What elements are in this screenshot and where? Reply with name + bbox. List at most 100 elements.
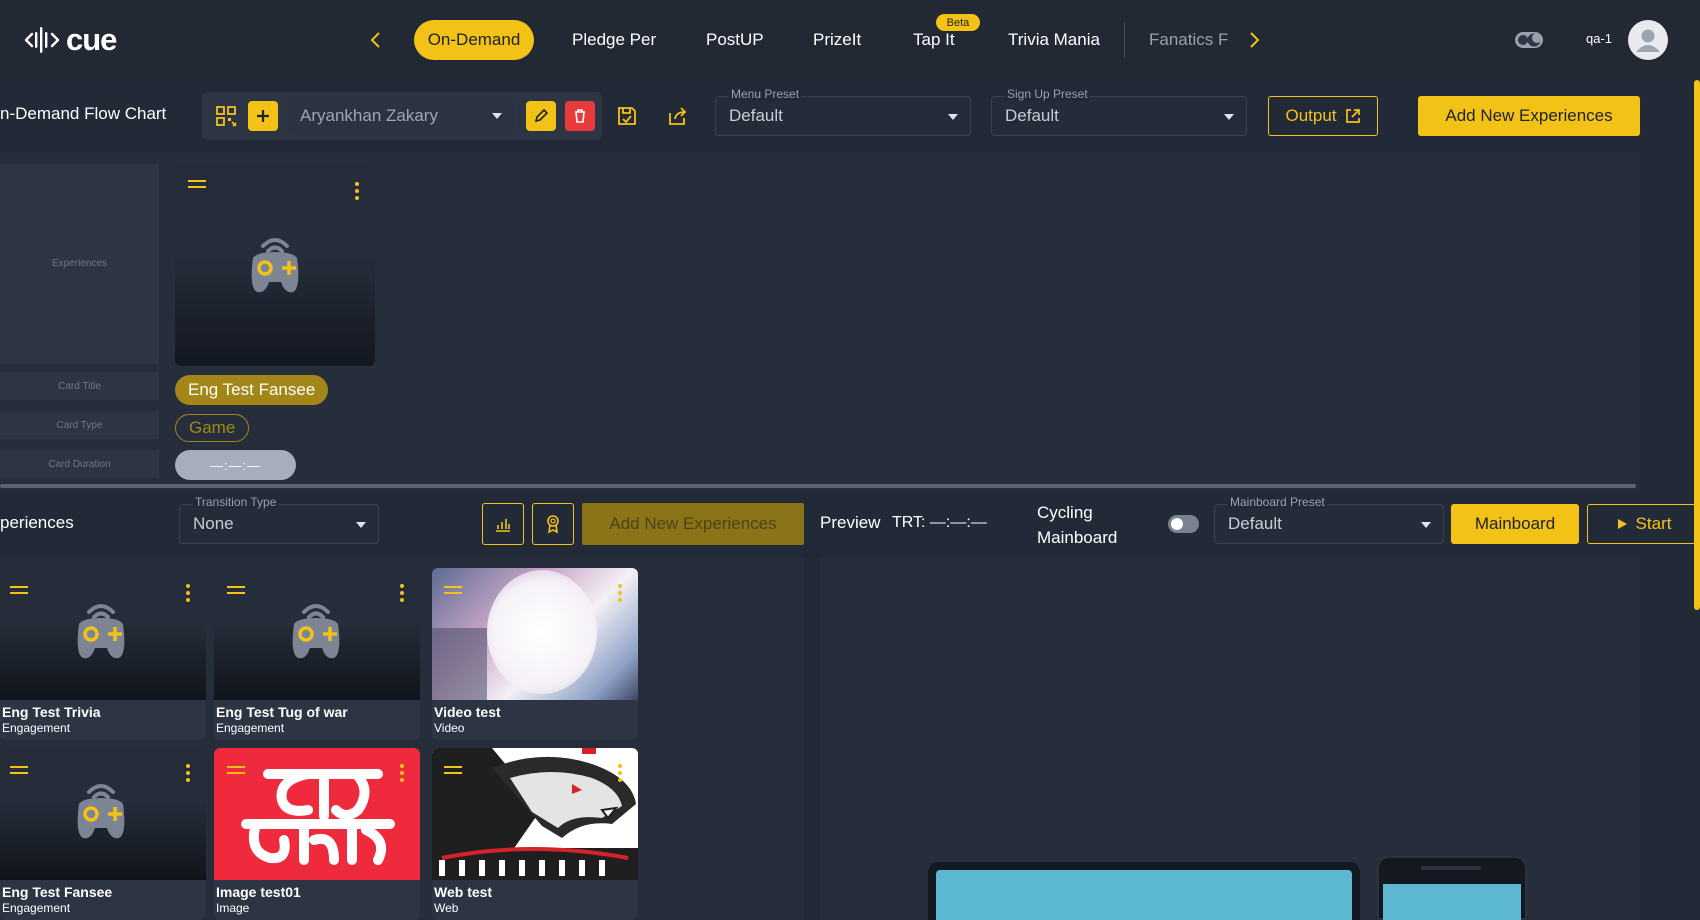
mascot-logo-graphic <box>432 748 638 880</box>
chevron-right-icon <box>1250 32 1260 48</box>
mobile-speaker <box>1421 866 1481 870</box>
cycling-label-line1: Cycling <box>1037 503 1093 522</box>
card-title: Web test <box>434 884 493 900</box>
flow-experience-card[interactable] <box>175 164 375 366</box>
chevron-left-icon <box>370 32 380 48</box>
add-new-experiences-button[interactable]: Add New Experiences <box>1418 96 1640 136</box>
drag-handle-icon[interactable] <box>227 766 245 774</box>
user-name: qa-1 <box>1586 31 1613 46</box>
caret-down-icon <box>1224 114 1234 120</box>
experience-card[interactable]: Eng Test Tug of war Engagement <box>214 568 420 740</box>
row-label-card-duration: Card Duration <box>0 450 159 478</box>
share-flow-button[interactable] <box>663 101 693 131</box>
flow-owner-select[interactable]: Aryankhan Zakary <box>288 98 514 134</box>
tab-on-demand[interactable]: On-Demand <box>414 20 534 60</box>
more-options-icon[interactable] <box>400 764 404 782</box>
experience-card[interactable]: Web test Web <box>432 748 638 920</box>
card-type: Image <box>216 901 250 915</box>
card-type: Engagement <box>216 721 285 735</box>
card-type: Engagement <box>2 901 71 915</box>
signup-preset-select[interactable]: Sign Up Preset Default <box>991 87 1247 136</box>
start-button[interactable]: Start <box>1587 504 1700 544</box>
gamepad-icon <box>77 604 125 659</box>
nav-scroll-right-button[interactable] <box>1240 26 1268 54</box>
tab-postup[interactable]: PostUP <box>692 20 778 60</box>
analytics-button[interactable] <box>482 503 524 545</box>
drag-handle-icon[interactable] <box>10 766 28 774</box>
card-thumbnail <box>0 748 206 880</box>
experience-card[interactable]: Eng Test Trivia Engagement <box>0 568 206 740</box>
transition-type-select[interactable]: Transition Type None <box>179 495 379 544</box>
card-duration-pill[interactable]: —:—:— <box>175 450 296 480</box>
preview-label: Preview <box>820 513 881 532</box>
more-options-icon[interactable] <box>618 584 622 602</box>
more-options-icon[interactable] <box>618 764 622 782</box>
logo-wordmark: cue <box>66 22 117 57</box>
more-options-icon[interactable] <box>355 182 359 200</box>
bengali-lettering-graphic <box>241 769 395 865</box>
add-experiences-disabled-button[interactable]: Add New Experiences <box>582 503 804 545</box>
output-button[interactable]: Output <box>1268 96 1378 136</box>
tab-pledge-per[interactable]: Pledge Per <box>558 20 670 60</box>
tab-tap-it[interactable]: Tap It <box>899 20 969 60</box>
experience-card[interactable]: Eng Test Fansee Engagement <box>0 748 206 920</box>
video-light-flare <box>487 570 597 694</box>
save-icon <box>618 107 636 125</box>
experience-card[interactable]: Video test Video <box>432 568 638 740</box>
drag-handle-icon[interactable] <box>444 586 462 594</box>
menu-preset-select[interactable]: Menu Preset Default <box>715 87 971 136</box>
delete-flow-button[interactable] <box>565 101 595 131</box>
card-title: Eng Test Fansee <box>2 884 113 900</box>
cycling-mainboard-toggle[interactable] <box>1168 515 1199 533</box>
tab-trivia-mania[interactable]: Trivia Mania <box>994 20 1114 60</box>
preview-desktop-screen <box>936 870 1352 920</box>
bar-chart-icon <box>496 519 510 532</box>
mainboard-button[interactable]: Mainboard <box>1451 504 1579 544</box>
preview-mobile-screen <box>1383 884 1521 920</box>
mainboard-preset-value: Default <box>1228 514 1282 533</box>
horizontal-scrollbar[interactable] <box>0 484 1636 488</box>
experience-card[interactable]: Image test01 Image <box>214 748 420 920</box>
gamepad-icon <box>77 784 125 839</box>
plus-icon <box>257 110 269 122</box>
card-type: Engagement <box>2 721 71 735</box>
more-options-icon[interactable] <box>186 584 190 602</box>
avatar[interactable] <box>1628 20 1668 60</box>
caret-down-icon <box>492 113 502 119</box>
card-title: Eng Test Trivia <box>2 704 101 720</box>
gamepad-icon <box>292 604 340 659</box>
external-link-icon <box>1345 109 1360 123</box>
transition-type-label: Transition Type <box>193 495 279 509</box>
tab-fanatics[interactable]: Fanatics F <box>1135 20 1242 60</box>
experiences-title: periences <box>0 513 74 532</box>
card-title-pill[interactable]: Eng Test Fansee <box>175 375 329 405</box>
edit-flow-button[interactable] <box>526 101 556 131</box>
add-flow-button[interactable] <box>248 101 278 131</box>
drag-handle-icon[interactable] <box>188 180 206 188</box>
qr-code-icon <box>216 106 237 127</box>
tab-prizeit[interactable]: PrizeIt <box>799 20 875 60</box>
drag-handle-icon[interactable] <box>227 586 245 594</box>
card-title: Image test01 <box>216 884 301 900</box>
card-type-pill[interactable]: Game <box>175 414 250 442</box>
mainboard-preset-select[interactable]: Mainboard Preset Default <box>1214 495 1444 544</box>
moon-toggle-icon <box>1515 32 1543 48</box>
save-flow-button[interactable] <box>612 101 642 131</box>
prize-button[interactable] <box>532 503 574 545</box>
cue-logo[interactable]: cue <box>24 20 117 60</box>
user-icon <box>1636 29 1660 52</box>
row-label-experiences: Experiences <box>51 258 108 269</box>
drag-handle-icon[interactable] <box>10 586 28 594</box>
more-options-icon[interactable] <box>186 764 190 782</box>
card-thumbnail <box>0 568 206 700</box>
theme-toggle[interactable] <box>1514 30 1544 50</box>
qr-code-button[interactable] <box>211 101 241 131</box>
page-scrollbar[interactable] <box>1694 80 1700 610</box>
flow-row-experiences: Experiences <box>0 164 159 364</box>
menu-preset-label: Menu Preset <box>729 87 802 101</box>
more-options-icon[interactable] <box>400 584 404 602</box>
trt-readout: TRT: —:—:— <box>892 514 987 531</box>
video-figure-shape <box>432 628 487 700</box>
drag-handle-icon[interactable] <box>444 766 462 774</box>
nav-scroll-left-button[interactable] <box>362 26 390 54</box>
